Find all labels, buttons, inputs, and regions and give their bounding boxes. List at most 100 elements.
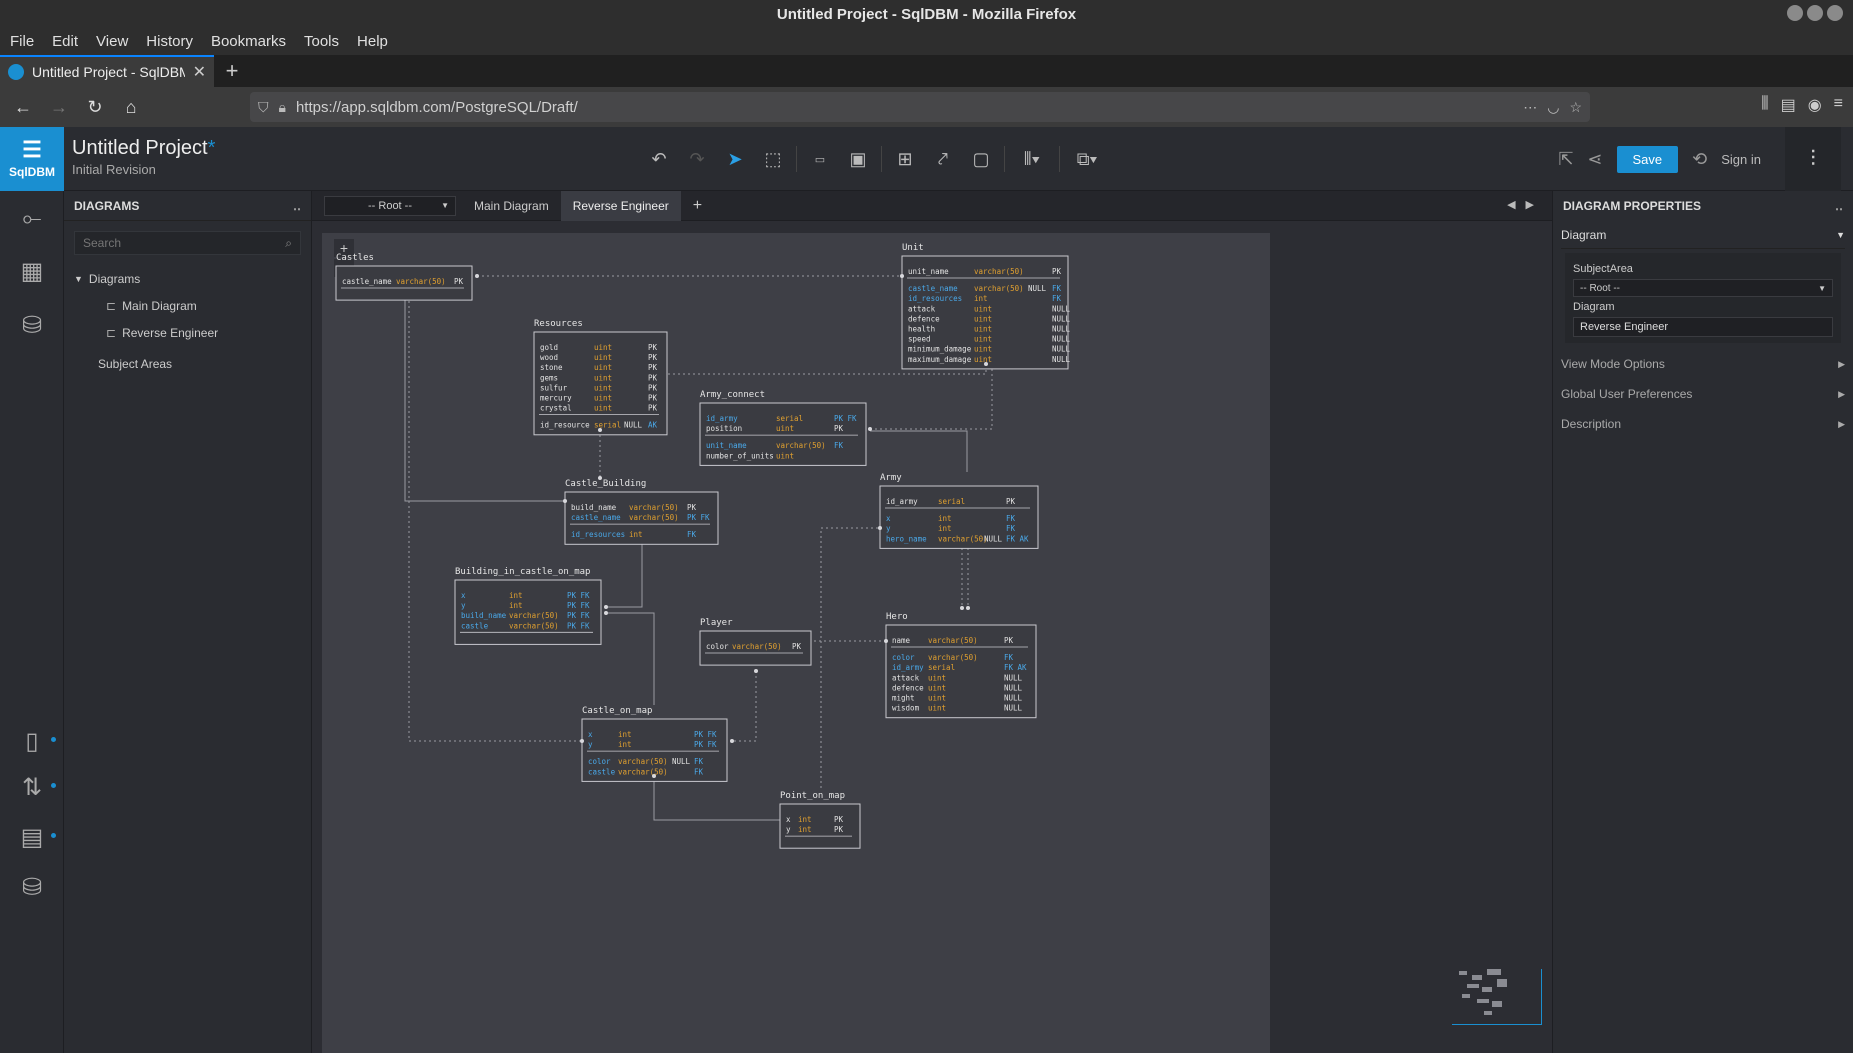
column-type: int (509, 591, 523, 600)
save-button[interactable]: Save (1616, 145, 1679, 173)
tables-icon[interactable]: ▦ (16, 255, 48, 287)
project-name[interactable]: Untitled Project (72, 137, 208, 159)
close-window-button[interactable] (1827, 5, 1843, 21)
add-note-icon[interactable]: ▢ (962, 143, 1000, 175)
tree-item-reverse-engineer[interactable]: ⊏ Reverse Engineer (74, 319, 311, 346)
sign-in-link[interactable]: Sign in (1721, 152, 1761, 167)
export-icon[interactable]: ⇱ (1558, 149, 1573, 170)
add-table-icon[interactable]: ⊞ (886, 143, 924, 175)
collapse-panel-icon[interactable]: ‥ (293, 199, 301, 213)
search-input[interactable] (83, 236, 286, 250)
fit-icon[interactable]: ▣ (839, 143, 877, 175)
section-description[interactable]: Description ▶ (1561, 409, 1845, 439)
column-type: uint (594, 404, 612, 413)
diagram-icon[interactable]: ⟜ (16, 203, 48, 235)
zoom-100-icon[interactable]: ▭ (801, 143, 839, 175)
url-bar[interactable]: ⛉ 🔒︎ https://app.sqldbm.com/PostgreSQL/D… (250, 92, 1590, 122)
relationship-line[interactable] (606, 612, 655, 705)
compare-icon[interactable]: ⇅ (16, 771, 56, 803)
hamburger-menu-icon[interactable]: ≡ (1834, 95, 1843, 115)
diagram-name-field[interactable]: Reverse Engineer (1573, 317, 1833, 337)
table-hero[interactable]: Hero name varchar(50) PK color varchar(50) FK i… (885, 612, 1037, 719)
menu-help[interactable]: Help (357, 33, 388, 50)
maximize-button[interactable] (1807, 5, 1823, 21)
relationship-line[interactable] (870, 430, 968, 472)
add-relation-icon[interactable]: ⤤ (924, 143, 962, 175)
column-name: mercury (540, 394, 572, 403)
table-unit[interactable]: Unit unit_name varchar(50) PK castle_name var… (901, 243, 1071, 370)
table-resources[interactable]: Resources gold uint PK wood uint PK stone uint PK… (533, 319, 668, 436)
sidebar-icon[interactable]: ▤ (1781, 95, 1796, 115)
home-button[interactable]: ⌂ (116, 92, 146, 122)
section-diagram[interactable]: Diagram ▼ (1561, 221, 1845, 249)
forward-button[interactable]: → (44, 92, 74, 122)
marquee-select-icon[interactable]: ⬚ (754, 143, 792, 175)
revert-icon[interactable]: ⟲ (1692, 149, 1707, 170)
relationship-line[interactable] (732, 671, 757, 742)
reload-button[interactable]: ↻ (80, 92, 110, 122)
search-box[interactable]: ⌕ (74, 231, 301, 255)
notes-icon[interactable]: ▯ (16, 725, 56, 757)
minimap[interactable] (1452, 969, 1542, 1025)
pocket-icon[interactable]: ◡ (1547, 99, 1559, 116)
section-view-mode-options[interactable]: View Mode Options ▶ (1561, 349, 1845, 379)
tree-item-main-diagram[interactable]: ⊏ Main Diagram (74, 292, 311, 319)
redo-icon[interactable]: ↷ (678, 143, 716, 175)
table-building-in-castle-on-map[interactable]: Building_in_castle_on_mapx int PK FK y int PK… (454, 567, 602, 645)
sqldbm-logo[interactable]: ☰ SqlDBM (0, 127, 64, 191)
bookmark-star-icon[interactable]: ☆ (1569, 99, 1582, 116)
column-type: int (509, 601, 523, 610)
menu-edit[interactable]: Edit (52, 33, 78, 50)
close-tab-icon[interactable]: ✕ (193, 62, 206, 82)
expand-caret-icon[interactable]: ▼ (74, 274, 83, 284)
more-actions-icon[interactable]: ⋯ (1523, 99, 1537, 116)
database-bottom-icon[interactable]: ⛁ (16, 871, 48, 903)
table-castle-building[interactable]: Castle_Building build_name varchar(50) PK ca… (564, 479, 719, 545)
library-icon[interactable]: ⫼ (1761, 95, 1768, 115)
back-button[interactable]: ← (8, 92, 38, 122)
settings-sliders-icon[interactable]: ⫶ (1785, 127, 1841, 191)
lock-icon[interactable]: 🔒︎ (279, 99, 286, 116)
table-castles[interactable]: Castles castle_name varchar(50) PK (335, 253, 473, 301)
menu-bookmarks[interactable]: Bookmarks (211, 33, 286, 50)
view-mode-icon[interactable]: ⫴▾ (1009, 143, 1055, 175)
table-army-connect[interactable]: Army_connect id_army serial PK FK position ui… (699, 390, 867, 466)
account-icon[interactable]: ◉ (1808, 95, 1822, 115)
table-army[interactable]: Army id_army serial PK x int FK y int FK hero_name… (879, 473, 1039, 549)
table-point-on-map[interactable]: Point_on_mapx int PK y int PK (779, 791, 861, 849)
database-icon[interactable]: ⛁ (16, 309, 48, 341)
table-player[interactable]: Player color varchar(50) PK (699, 618, 812, 666)
search-icon[interactable]: ⌕ (285, 236, 292, 251)
sql-script-icon[interactable]: ▤ (16, 821, 56, 853)
relationship-line[interactable] (820, 527, 880, 788)
connector-dot (598, 476, 602, 480)
subject-area-dropdown[interactable]: -- Root -- ▼ (1573, 279, 1833, 297)
section-global-user-preferences[interactable]: Global User Preferences ▶ (1561, 379, 1845, 409)
minimize-button[interactable] (1787, 5, 1803, 21)
layout-icon[interactable]: ⧉▾ (1064, 143, 1110, 175)
browser-tab[interactable]: Untitled Project - SqlDBM ✕ (0, 55, 214, 87)
tree-subject-areas[interactable]: Subject Areas (74, 350, 311, 377)
shield-icon[interactable]: ⛉ (258, 99, 269, 116)
url-text[interactable]: https://app.sqldbm.com/PostgreSQL/Draft/ (296, 99, 1513, 116)
column-type: uint (594, 353, 612, 362)
table-castle-on-map[interactable]: Castle_on_mapx int PK FK y int PK FK color varc… (581, 706, 728, 782)
column-type: int (938, 524, 952, 533)
collapse-properties-icon[interactable]: ‥ (1835, 199, 1843, 213)
pointer-icon[interactable]: ➤ (716, 143, 754, 175)
table-box[interactable] (779, 803, 861, 849)
column-type: uint (594, 363, 612, 372)
relationship-line[interactable] (653, 776, 780, 821)
new-tab-button[interactable]: + (214, 55, 250, 87)
column-name: id_army (706, 414, 738, 423)
menu-history[interactable]: History (146, 33, 193, 50)
column-type: varchar(50) (629, 513, 679, 522)
share-icon[interactable]: ⋖ (1587, 149, 1602, 170)
er-diagram[interactable]: Castles castle_name varchar(50) PK Unit unit_… (312, 191, 1552, 1053)
menu-view[interactable]: View (96, 33, 128, 50)
undo-icon[interactable]: ↶ (640, 143, 678, 175)
menu-file[interactable]: File (10, 33, 34, 50)
tree-diagrams-root[interactable]: ▼ Diagrams (74, 265, 311, 292)
relationship-line[interactable] (870, 366, 993, 430)
menu-tools[interactable]: Tools (304, 33, 339, 50)
